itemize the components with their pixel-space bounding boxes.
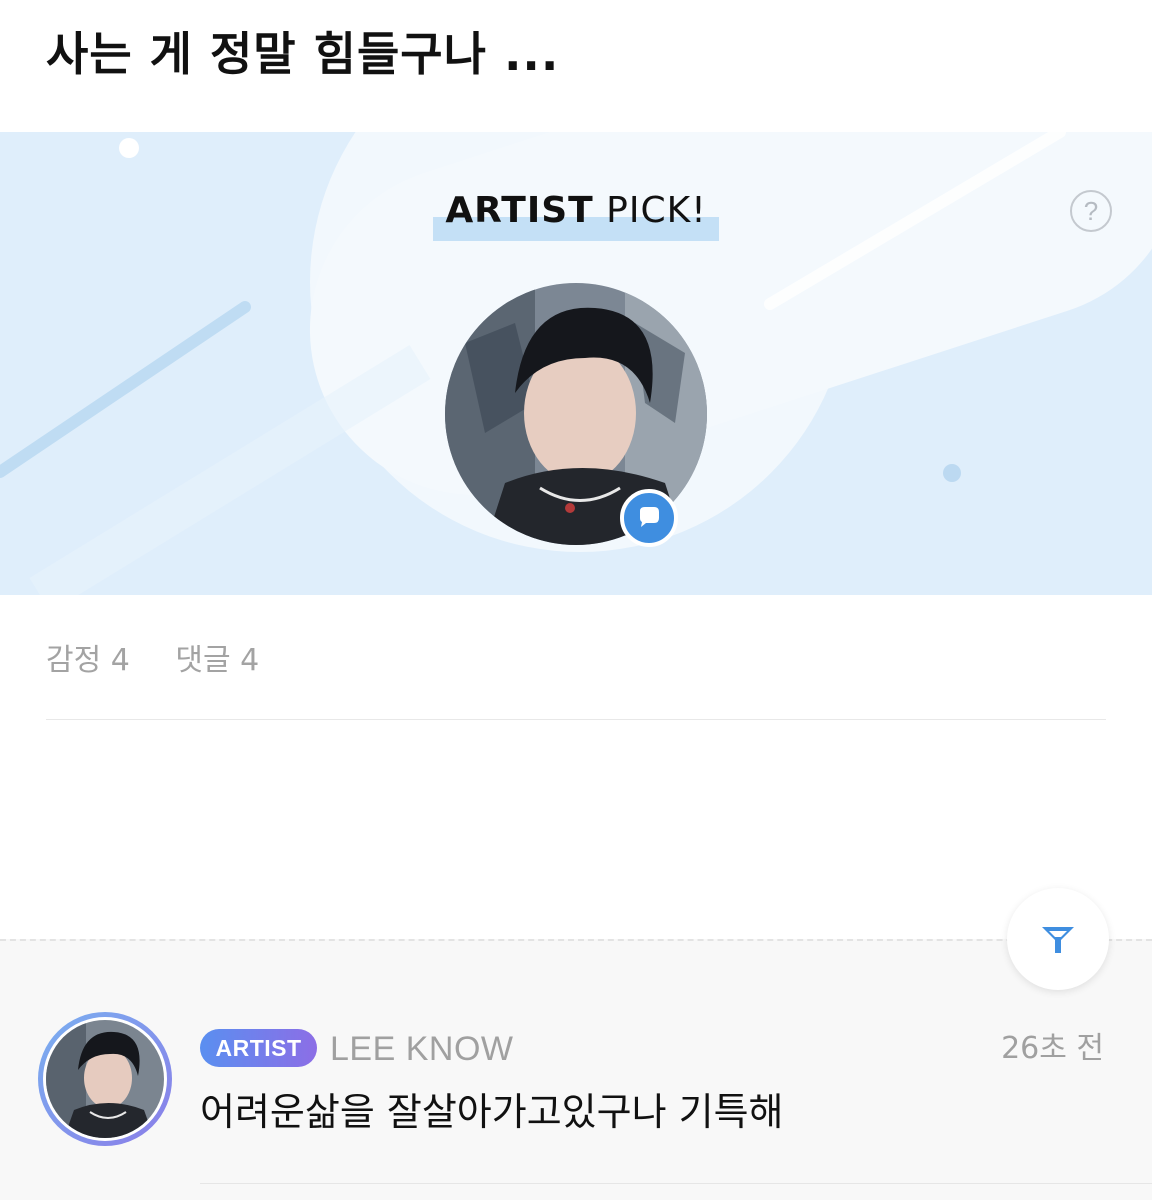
comment-count[interactable]: 댓글 4	[175, 643, 259, 678]
comment-author-avatar[interactable]	[38, 1012, 172, 1146]
artist-pick-banner: ARTIST PICK! ?	[0, 132, 1152, 595]
filter-button[interactable]	[1007, 888, 1109, 990]
comment-section	[0, 939, 1152, 1200]
artist-pick-title: ARTIST PICK!	[0, 190, 1152, 241]
artist-role-badge: ARTIST	[200, 1029, 317, 1067]
post-title: 사는 게 정말 힘들구나 ...	[46, 27, 560, 81]
emotion-count[interactable]: 감정 4	[46, 643, 130, 678]
post-page: 사는 게 정말 힘들구나 ... ARTIST PICK! ? 감정 4 댓글 …	[0, 0, 1152, 1200]
comment-text: 어려운삶을 잘살아가고있구나 기특해	[200, 1090, 784, 1134]
comment-divider	[200, 1183, 1152, 1184]
divider	[46, 719, 1106, 720]
chat-bubble-icon	[620, 489, 678, 547]
pick-title-rest: PICK!	[593, 190, 707, 231]
comment-author-name[interactable]: LEE KNOW	[330, 1028, 513, 1070]
post-stats: 감정 4 댓글 4	[46, 640, 295, 682]
pick-title-strong: ARTIST	[445, 190, 594, 231]
help-icon[interactable]: ?	[1070, 190, 1112, 232]
comment-timestamp: 26초 전	[1001, 1031, 1104, 1066]
filter-icon	[1042, 927, 1074, 953]
